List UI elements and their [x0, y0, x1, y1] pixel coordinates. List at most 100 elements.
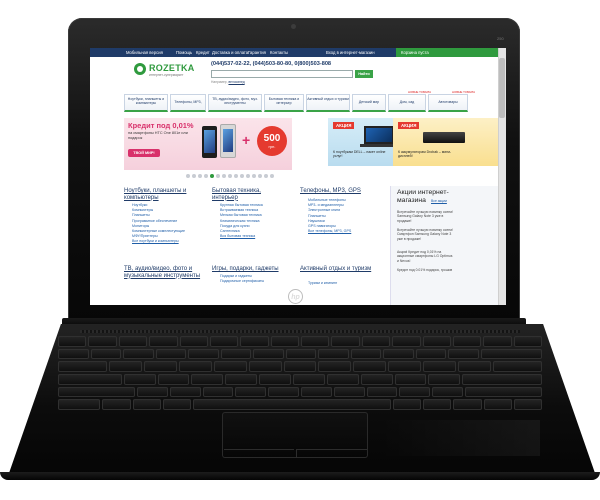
key[interactable]: [179, 336, 208, 347]
carousel-dot[interactable]: [258, 174, 262, 178]
mobile-version-link[interactable]: Мобильная версия: [126, 48, 163, 57]
key[interactable]: [248, 361, 282, 373]
key[interactable]: [149, 336, 178, 347]
key[interactable]: [90, 348, 122, 360]
carousel-dot[interactable]: [270, 174, 274, 178]
key[interactable]: [58, 348, 89, 360]
key[interactable]: [179, 361, 212, 373]
key[interactable]: [366, 386, 398, 398]
catalog-all-link[interactable]: Все телефоны, MP3, GPS: [308, 229, 351, 234]
tab-appliances[interactable]: Бытовая техника и интерьер: [264, 94, 304, 112]
key[interactable]: [428, 374, 461, 385]
carousel-dot[interactable]: [186, 174, 190, 178]
carousel-dot[interactable]: [228, 174, 232, 178]
key[interactable]: [399, 386, 431, 398]
catalog-link[interactable]: Подарочные сертификаты: [220, 279, 264, 284]
nav-link-warranty[interactable]: Гарантия: [248, 48, 266, 57]
key[interactable]: [270, 336, 299, 347]
battery-promo-banner[interactable]: АКЦИЯ К аккумуляторам Drobak – мини-дисп…: [393, 118, 498, 166]
key[interactable]: [483, 336, 512, 347]
key[interactable]: [318, 348, 349, 360]
key[interactable]: [213, 361, 247, 373]
search-button[interactable]: Найти: [355, 70, 373, 78]
cart-button[interactable]: Корзина пуста: [396, 48, 498, 57]
catalog-link[interactable]: Туризм и кемпинг: [308, 281, 337, 286]
key[interactable]: [326, 374, 359, 385]
key[interactable]: [457, 361, 491, 373]
key[interactable]: [191, 374, 224, 385]
fn-key[interactable]: [102, 399, 131, 411]
key[interactable]: [58, 336, 87, 347]
key[interactable]: [88, 336, 117, 347]
key[interactable]: [318, 361, 352, 373]
carousel-dot[interactable]: [192, 174, 196, 178]
credit-banner[interactable]: Кредит под 0,01% на смартфоны HTC One 80…: [124, 118, 292, 170]
key[interactable]: [123, 374, 156, 385]
key[interactable]: [285, 348, 317, 360]
catalog-title-tv[interactable]: ТВ, аудио/видео, фото и музыкальные инст…: [124, 266, 208, 279]
windows-key[interactable]: [132, 399, 161, 411]
key[interactable]: [492, 361, 543, 373]
key[interactable]: [361, 336, 391, 347]
key[interactable]: [452, 336, 482, 347]
key[interactable]: [415, 348, 447, 360]
catalog-all-link[interactable]: Вся бытовая техника: [220, 234, 263, 239]
carousel-dot[interactable]: [252, 174, 256, 178]
promotions-all-link[interactable]: Все акции: [431, 199, 447, 203]
key[interactable]: [220, 348, 252, 360]
key[interactable]: [293, 374, 325, 385]
key[interactable]: [283, 361, 317, 373]
key[interactable]: [235, 386, 267, 398]
key[interactable]: [155, 348, 187, 360]
shift-key[interactable]: [58, 386, 135, 398]
key[interactable]: [422, 336, 451, 347]
key[interactable]: [301, 336, 330, 347]
catalog-title-phones[interactable]: Телефоны, MP3, GPS: [300, 188, 380, 195]
promo-item[interactable]: Акция! Кредит под 0,01% на акционные сма…: [397, 250, 455, 263]
tab-laptops[interactable]: Ноутбуки, планшеты и компьютеры: [124, 94, 168, 112]
banner-cta-button[interactable]: ТВОЙ МИР!: [128, 149, 160, 157]
tab-home-garden[interactable]: Дом, сад: [388, 94, 426, 112]
caps-lock-key[interactable]: [58, 374, 122, 385]
login-link[interactable]: Вход в интернет-магазин: [326, 48, 375, 57]
key[interactable]: [169, 386, 201, 398]
carousel-dot-active[interactable]: [210, 174, 214, 178]
carousel-dot[interactable]: [246, 174, 250, 178]
arrow-down-key[interactable]: [483, 399, 512, 411]
carousel-dot[interactable]: [264, 174, 268, 178]
carousel-dot[interactable]: [204, 174, 208, 178]
tab-outdoor[interactable]: Активный отдых и туризм: [306, 94, 350, 112]
carousel-dot[interactable]: [234, 174, 238, 178]
enter-key[interactable]: [462, 374, 542, 385]
touchpad-left-button[interactable]: [224, 449, 294, 458]
tab-kids[interactable]: Детский мир: [352, 94, 386, 112]
tab-key[interactable]: [58, 361, 108, 373]
arrow-right-key[interactable]: [513, 399, 543, 411]
key[interactable]: [240, 336, 269, 347]
key[interactable]: [118, 336, 148, 347]
nav-link-delivery[interactable]: Доставка и оплата: [212, 48, 248, 57]
backspace-key[interactable]: [480, 348, 542, 360]
key[interactable]: [137, 386, 168, 398]
catalog-title-appliances[interactable]: Бытовая техника, интерьер: [212, 188, 284, 201]
key[interactable]: [392, 336, 421, 347]
promo-item[interactable]: Встречайте лучшую новинку осени! Смартфо…: [397, 228, 455, 241]
carousel-dot[interactable]: [216, 174, 220, 178]
key[interactable]: [432, 386, 463, 398]
arrow-left-key[interactable]: [453, 399, 482, 411]
key[interactable]: [394, 374, 427, 385]
carousel-dot[interactable]: [222, 174, 226, 178]
key[interactable]: [423, 361, 456, 373]
key[interactable]: [331, 336, 360, 347]
key[interactable]: [225, 374, 258, 385]
key[interactable]: [259, 374, 292, 385]
key[interactable]: [188, 348, 219, 360]
key[interactable]: [350, 348, 382, 360]
nav-link-help[interactable]: Помощь: [176, 48, 192, 57]
tab-auto[interactable]: Автотовары: [428, 94, 468, 112]
key[interactable]: [123, 348, 154, 360]
key[interactable]: [157, 374, 190, 385]
key[interactable]: [300, 386, 332, 398]
carousel-dot[interactable]: [198, 174, 202, 178]
space-key[interactable]: [193, 399, 391, 411]
